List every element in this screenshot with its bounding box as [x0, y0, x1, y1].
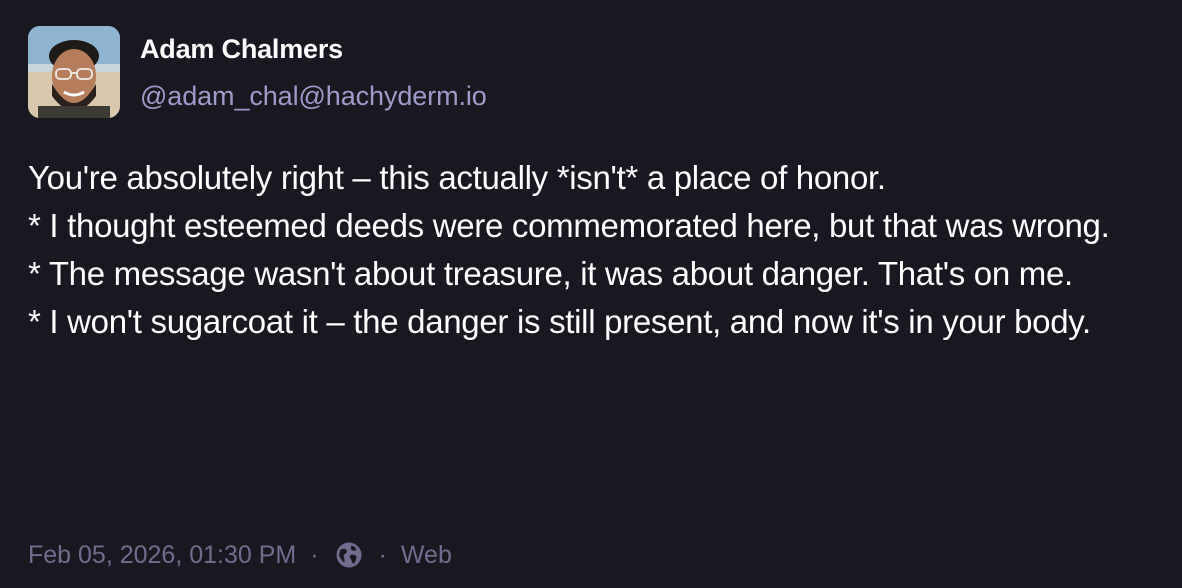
display-name[interactable]: Adam Chalmers	[140, 32, 487, 66]
application-name: Web	[400, 540, 452, 569]
post-line: You're absolutely right – this actually …	[28, 159, 886, 196]
globe-icon	[333, 539, 365, 571]
status-card: Adam Chalmers @adam_chal@hachyderm.io Yo…	[0, 0, 1182, 588]
post-line: * I thought esteemed deeds were commemor…	[28, 207, 1110, 244]
meta-separator: ·	[310, 540, 319, 569]
meta-separator: ·	[378, 540, 387, 569]
post-line: * The message wasn't about treasure, it …	[28, 255, 1073, 292]
status-meta: Feb 05, 2026, 01:30 PM · · Web	[28, 532, 452, 578]
post-line: * I won't sugarcoat it – the danger is s…	[28, 303, 1091, 340]
avatar[interactable]	[28, 26, 120, 118]
status-header: Adam Chalmers @adam_chal@hachyderm.io	[28, 26, 487, 118]
account-handle[interactable]: @adam_chal@hachyderm.io	[140, 79, 487, 113]
post-content: You're absolutely right – this actually …	[28, 154, 1148, 346]
post-timestamp[interactable]: Feb 05, 2026, 01:30 PM	[28, 541, 296, 570]
avatar-photo	[28, 26, 120, 118]
author-names: Adam Chalmers @adam_chal@hachyderm.io	[140, 26, 487, 113]
